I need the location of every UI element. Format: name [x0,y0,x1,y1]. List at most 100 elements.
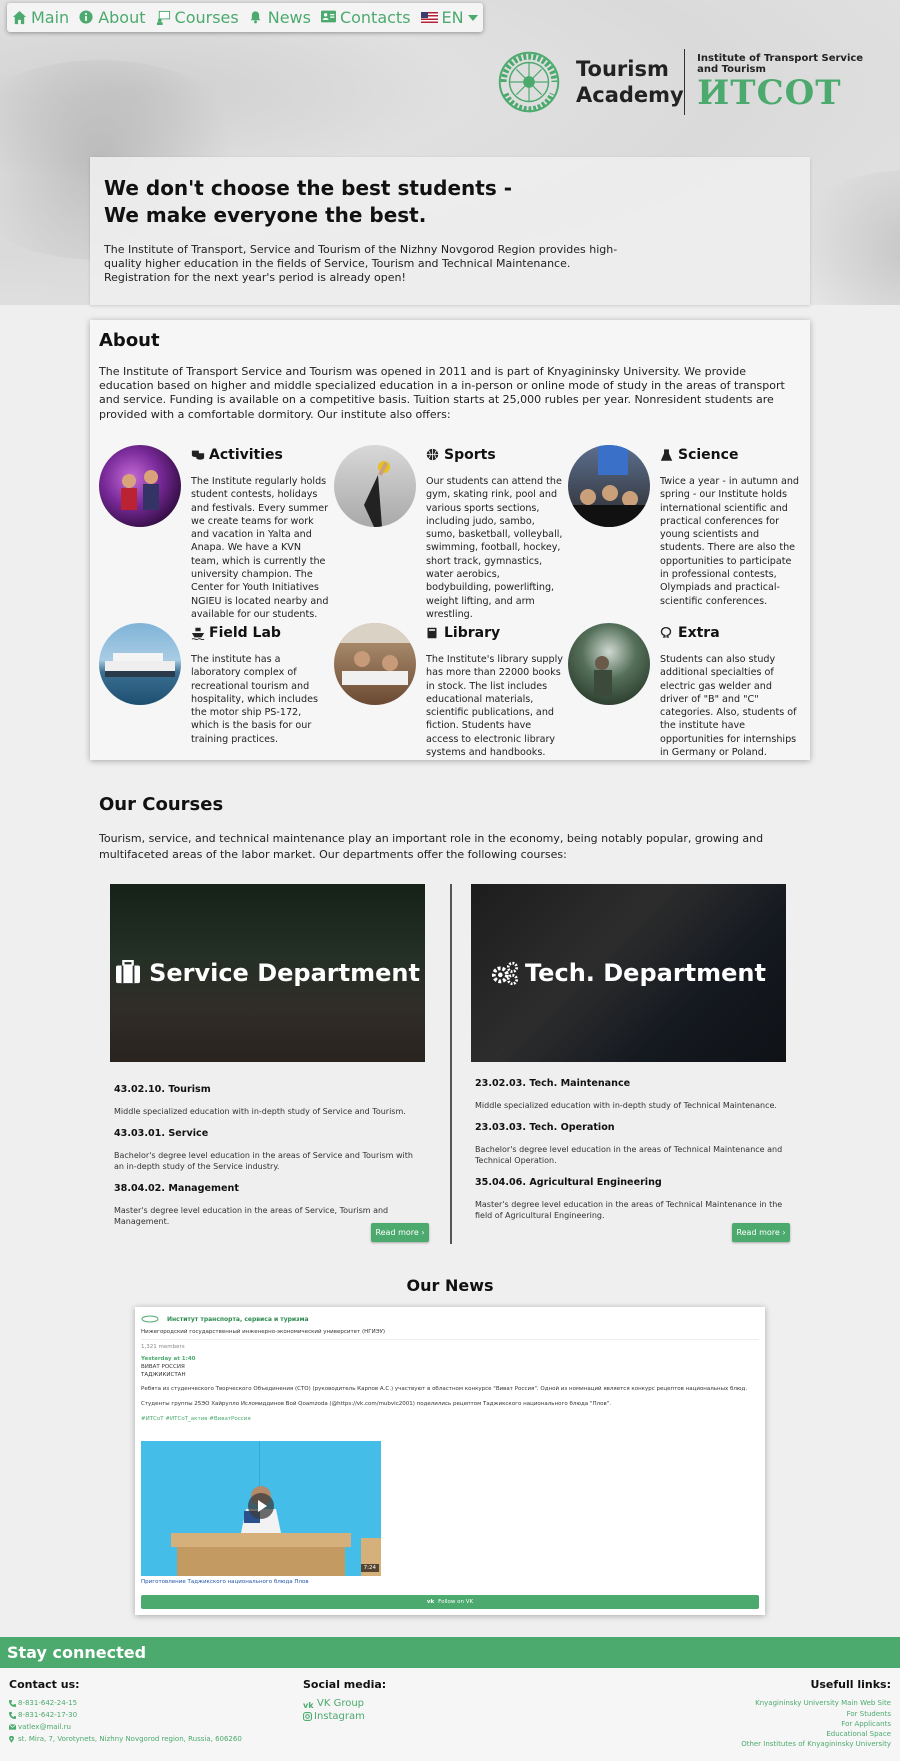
vk-group-link[interactable]: Институт транспорта, сервиса и туризма [167,1316,309,1323]
contact-card-icon [320,10,336,25]
nav-label: Courses [174,8,239,27]
feature-title: Extra [678,625,720,641]
courses-icon [156,10,171,25]
useful-link[interactable]: For Applicants [741,1719,891,1729]
vk-icon: vk [303,1701,314,1710]
chevron-right-icon: › [421,1228,425,1237]
nav-label: Contacts [339,8,411,27]
ship-icon [191,626,205,640]
feature-text: The institute has a laboratory complex o… [191,654,318,745]
feature-text: The Institute regularly holds student co… [191,476,329,620]
tech-read-more-button[interactable]: Read more › [732,1223,790,1242]
phone-link[interactable]: 8-831-642-17-30 [9,1709,242,1721]
course-code: 38.04.02. Management [114,1183,239,1194]
feature-title: Activities [209,447,283,463]
footer-useful-links: Usefull links: Knyagininsky University M… [741,1678,891,1749]
instagram-link[interactable]: Instagram [303,1710,386,1723]
site-logo[interactable]: Tourism Academy Institute of Transport S… [490,42,870,122]
vk-news-widget: Институт транспорта, сервиса и туризма Н… [135,1307,765,1615]
instagram-icon [303,1712,312,1721]
chevron-right-icon: › [782,1228,786,1237]
course-code: 23.03.03. Tech. Operation [475,1122,615,1133]
course-column-divider [450,884,452,1244]
language-label: EN [441,8,464,27]
hero-text: The Institute of Transport, Service and … [104,243,618,284]
useful-link[interactable]: For Students [741,1709,891,1719]
contact-title: Contact us: [9,1678,80,1691]
footer-contact: Contact us: 8-831-642-24-15 8-831-642-17… [9,1678,242,1745]
feature-title: Field Lab [209,625,281,641]
feature-title: Science [678,447,739,463]
group-university: Нижегородский государственный инженерно-… [141,1329,759,1340]
envelope-icon [9,1723,16,1731]
department-name: Service Department [149,959,420,987]
us-flag-icon [420,12,438,23]
course-item: 23.02.03. Tech. Maintenance Middle speci… [475,1077,785,1111]
flask-icon [660,448,674,462]
nav-label: Main [31,8,70,27]
course-item: 38.04.02. Management Master's degree lev… [114,1182,424,1227]
logo-divider [683,49,686,115]
nav-label: News [267,8,311,27]
about-intro: The Institute of Transport Service and T… [99,365,785,421]
address-link[interactable]: st. Mira, 7, Vorotynets, Nizhny Novgorod… [9,1733,242,1745]
play-icon[interactable] [248,1493,274,1519]
tech-course-list: 23.02.03. Tech. Maintenance Middle speci… [475,1077,785,1231]
course-desc: Bachelor's degree level education in the… [475,1145,783,1165]
top-nav: Main About Courses News Contacts EN [7,3,483,32]
useful-link[interactable]: Educational Space [741,1729,891,1739]
post-paragraph: Ребята из студенческого Творческого Объе… [141,1386,748,1392]
phone-icon [9,1699,16,1707]
caret-down-icon [467,14,478,21]
sports-photo [334,445,416,527]
post-video[interactable]: 7:24 [141,1441,381,1576]
science-photo [568,445,650,527]
useful-link[interactable]: Other Institutes of Knyagininsky Univers… [741,1739,891,1749]
course-code: 23.02.03. Tech. Maintenance [475,1078,631,1089]
feature-title: Sports [444,447,496,463]
course-item: 23.03.03. Tech. Operation Bachelor's deg… [475,1121,785,1166]
phone-icon [9,1711,16,1719]
post-hashtags[interactable]: #ИТСоТ #ИТСоТ_актив #ВиватРоссия [141,1416,759,1422]
book-icon [426,626,440,640]
department-name: Tech. Department [525,959,766,987]
nav-item-courses[interactable]: Courses [156,8,239,27]
course-code: 43.03.01. Service [114,1128,209,1139]
tech-department-banner[interactable]: Tech. Department [471,884,786,1062]
course-code: 43.02.10. Tourism [114,1084,211,1095]
video-duration: 7:24 [360,1564,379,1572]
phone-link[interactable]: 8-831-642-24-15 [9,1697,242,1709]
email-link[interactable]: vatlex@mail.ru [9,1721,242,1733]
footer-bar: Stay connected [0,1637,900,1668]
map-marker-icon [9,1735,16,1743]
service-department-banner[interactable]: Service Department [110,884,425,1062]
useful-link[interactable]: Knyagininsky University Main Web Site [741,1697,891,1709]
post-line: ВИВАТ РОССИЯ [141,1364,185,1370]
group-members: 1,321 members [141,1344,185,1350]
footer-social: Social media: vk VK Group Instagram [303,1678,386,1723]
nav-label: About [98,8,146,27]
courses-title: Our Courses [99,794,224,815]
briefcase-icon [115,960,143,986]
logo-name: Tourism Academy [576,57,684,107]
social-title: Social media: [303,1678,387,1691]
video-caption[interactable]: Приготовление Таджикского национального … [141,1579,309,1585]
nav-item-news[interactable]: News [249,8,311,27]
library-photo [334,623,416,705]
course-code: 35.04.06. Agricultural Engineering [475,1177,662,1188]
nav-item-contacts[interactable]: Contacts [320,8,411,27]
footer: Contact us: 8-831-642-24-15 8-831-642-17… [0,1668,900,1761]
nav-item-about[interactable]: About [79,8,146,27]
vk-icon: vk [426,1599,435,1605]
feature-text: Our students can attend the gym, skating… [426,476,563,620]
nav-item-main[interactable]: Main [12,8,69,27]
post-line: ТАДЖИКИСТАН [141,1372,186,1378]
service-read-more-button[interactable]: Read more › [371,1223,429,1242]
follow-on-vk-button[interactable]: vk Follow on VK [141,1595,759,1609]
logo-abbr: ИТСОТ [697,73,842,113]
language-selector[interactable]: EN [420,8,478,27]
omega-icon [660,626,674,640]
vk-group-footer-link[interactable]: vk VK Group [303,1697,386,1710]
course-desc: Middle specialized education with in-dep… [475,1101,777,1110]
extra-photo [568,623,650,705]
